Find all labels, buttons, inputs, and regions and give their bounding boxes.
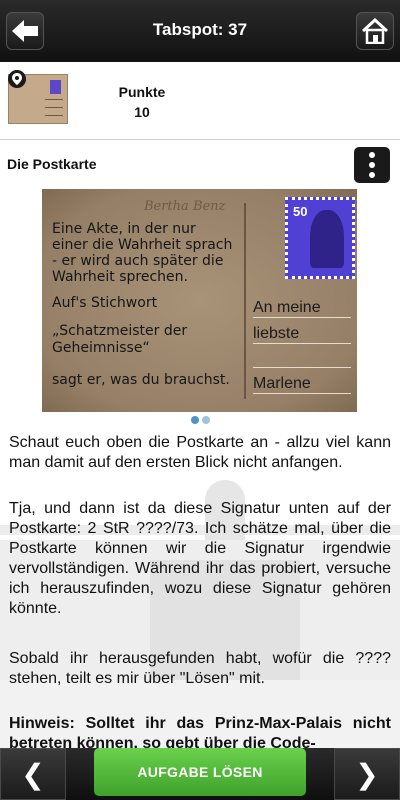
postcard-signature-name: Bertha Benz [144,199,226,214]
postcard-divider [244,203,246,399]
postcard-line: sagt er, was du brauchst. [52,372,230,388]
address-line: Marlene [253,375,311,392]
carousel-indicator[interactable] [191,416,210,424]
thumb-line [45,115,63,116]
stamp-thumbnail [50,80,61,94]
postcard-image[interactable]: Bertha Benz Eine Akte, in der nur einer … [42,189,357,412]
carousel-dot[interactable] [202,416,210,424]
previous-button[interactable]: ❮ [0,748,66,800]
more-options-button[interactable] [354,147,390,183]
bottom-bar: ❮ AUFGABE LÖSEN ❯ [0,748,400,800]
page-title: Tabspot: 37 [152,20,248,39]
address-rule [253,343,351,344]
description-paragraph: Schaut euch oben die Postkarte an - allz… [9,434,391,471]
postage-stamp: 50 [285,197,355,279]
address-line: liebste [253,325,300,342]
dot-icon [369,152,375,158]
points-label: Punkte [118,84,166,100]
points-value: 10 [134,104,150,120]
dot-icon [369,162,375,168]
chevron-right-icon: ❯ [355,758,379,790]
postcard-line: - er wird auch später die [52,253,224,269]
location-pin-icon [8,70,26,88]
chevron-left-icon: ❮ [21,758,45,790]
thumb-line [45,107,63,108]
next-button[interactable]: ❯ [334,748,400,800]
postcard-line: Auf's Stichwort [52,295,158,311]
postcard-line: Wahrheit sprechen. [52,269,188,285]
description-paragraph: Tja, und dann ist da diese Signatur unte… [9,500,391,617]
address-line: An meine [253,299,321,316]
carousel-dot-active[interactable] [191,416,199,424]
home-icon [361,18,389,44]
stamp-value: 50 [293,204,308,219]
thumb-line [45,99,63,100]
address-rule [253,367,351,368]
postcard-line: einer die Wahrheit sprach [52,237,233,253]
solve-task-button[interactable]: AUFGABE LÖSEN [94,748,306,796]
stamp-portrait [310,210,344,268]
section-title: Die Postkarte [7,156,97,172]
dot-icon [369,172,375,178]
address-rule [253,393,351,394]
postcard-line: Eine Akte, in der nur [52,221,196,237]
address-rule [253,317,351,318]
postcard-line: „Schatzmeister der [52,323,188,339]
home-button[interactable] [356,12,394,50]
description-paragraph: Sobald ihr herausgefunden habt, wofür di… [9,650,391,687]
postcard-line: Geheimnisse“ [52,340,150,356]
top-bar: Tabspot: 37 [0,0,400,62]
